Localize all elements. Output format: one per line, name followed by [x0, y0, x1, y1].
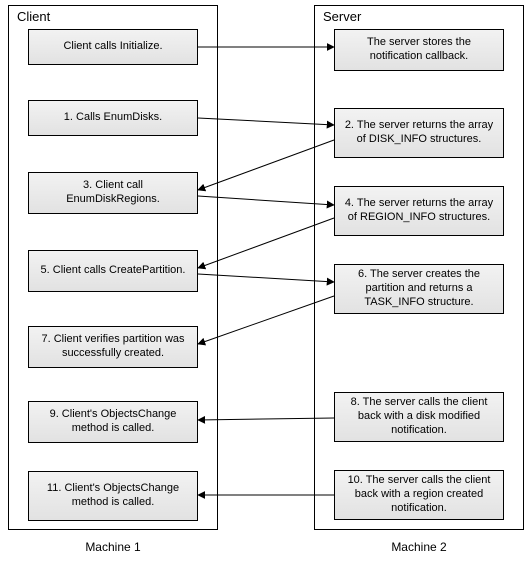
server-step-5: 10. The server calls the client back wit…	[334, 470, 504, 520]
server-step-0: The server stores the notification callb…	[334, 29, 504, 71]
sequence-diagram: Client Server Client calls Initialize. 1…	[0, 0, 532, 564]
server-step-3: 6. The server creates the partition and …	[334, 264, 504, 314]
client-step-2: 3. Client call EnumDiskRegions.	[28, 172, 198, 214]
client-step-5: 9. Client's ObjectsChange method is call…	[28, 401, 198, 443]
server-caption: Machine 2	[314, 540, 524, 554]
client-step-0: Client calls Initialize.	[28, 29, 198, 65]
server-step-4: 8. The server calls the client back with…	[334, 392, 504, 442]
client-step-3: 5. Client calls CreatePartition.	[28, 250, 198, 292]
client-step-4: 7. Client verifies partition was success…	[28, 326, 198, 368]
client-caption: Machine 1	[8, 540, 218, 554]
server-step-1: 2. The server returns the array of DISK_…	[334, 108, 504, 158]
server-title: Server	[321, 9, 363, 24]
client-step-6: 11. Client's ObjectsChange method is cal…	[28, 471, 198, 521]
client-step-1: 1. Calls EnumDisks.	[28, 100, 198, 136]
server-step-2: 4. The server returns the array of REGIO…	[334, 186, 504, 236]
client-title: Client	[15, 9, 52, 24]
